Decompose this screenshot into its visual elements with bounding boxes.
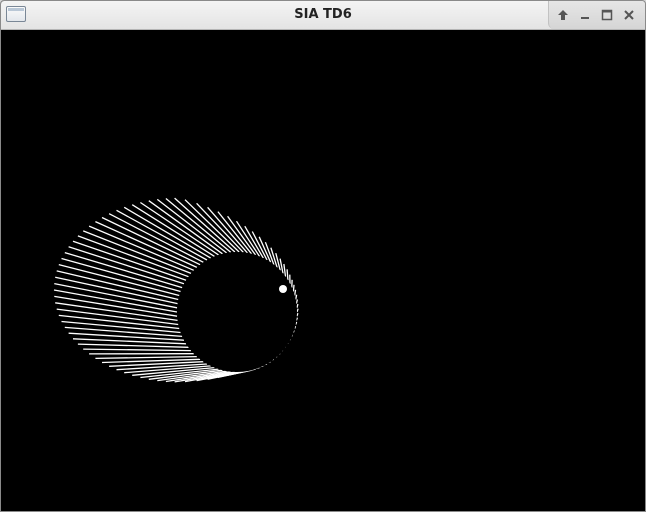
streak-line [292, 284, 295, 292]
title-bar[interactable]: SIA TD6 [1, 1, 645, 30]
window-controls [548, 1, 645, 29]
app-window: SIA TD6 [0, 0, 646, 512]
close-icon[interactable] [619, 5, 639, 25]
minimize-icon[interactable] [575, 5, 595, 25]
shade-window-icon[interactable] [553, 5, 573, 25]
scene-background [4, 30, 644, 510]
streak-line [286, 269, 289, 281]
particle-scene [4, 30, 644, 510]
render-canvas[interactable] [4, 30, 644, 510]
dark-core [177, 252, 297, 372]
streak-line [294, 289, 297, 296]
streak-line [295, 294, 298, 300]
bright-particle [279, 285, 287, 293]
maximize-icon[interactable] [597, 5, 617, 25]
